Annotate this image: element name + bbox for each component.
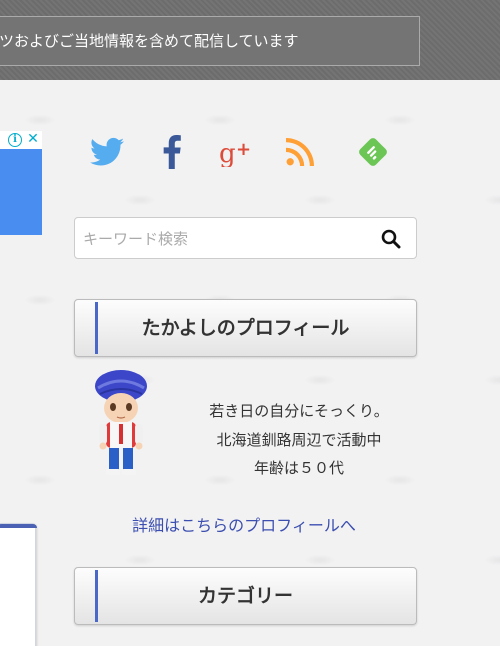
category-widget-title: カテゴリー [74,567,417,625]
twitter-icon[interactable] [87,132,127,172]
profile-text-line: 北海道釧路周辺で活動中 [216,431,382,449]
title-accent-bar [95,570,98,622]
profile-text-line: 年齢は５０代 [253,459,344,477]
search-input[interactable] [83,226,363,252]
search-icon [381,229,401,249]
profile-text-line: 若き日の自分にそっくり。 [209,402,389,420]
title-accent-bar [95,302,98,354]
info-icon[interactable]: i [8,133,22,147]
category-title-text: カテゴリー [197,585,293,607]
facebook-icon[interactable] [152,132,192,172]
rss-icon[interactable] [280,132,320,172]
site-tagline: ツおよびご当地情報を含めて配信しています [0,16,420,66]
search-form [74,217,417,259]
profile-title-text: たかよしのプロフィール [141,317,350,339]
profile-widget-title: たかよしのプロフィール [74,299,417,357]
feedly-icon[interactable] [353,132,393,172]
google-plus-icon[interactable]: g + [215,132,255,172]
avatar [95,370,147,475]
profile-detail-link[interactable]: 詳細はこちらのプロフィールへ [60,512,428,536]
site-header: ツおよびご当地情報を含めて配信しています [0,0,500,80]
search-button[interactable] [378,226,404,252]
close-icon[interactable]: ✕ [26,131,40,147]
article-card[interactable] [0,523,37,646]
svg-text:+: + [236,139,251,160]
svg-text:g: g [219,139,236,167]
